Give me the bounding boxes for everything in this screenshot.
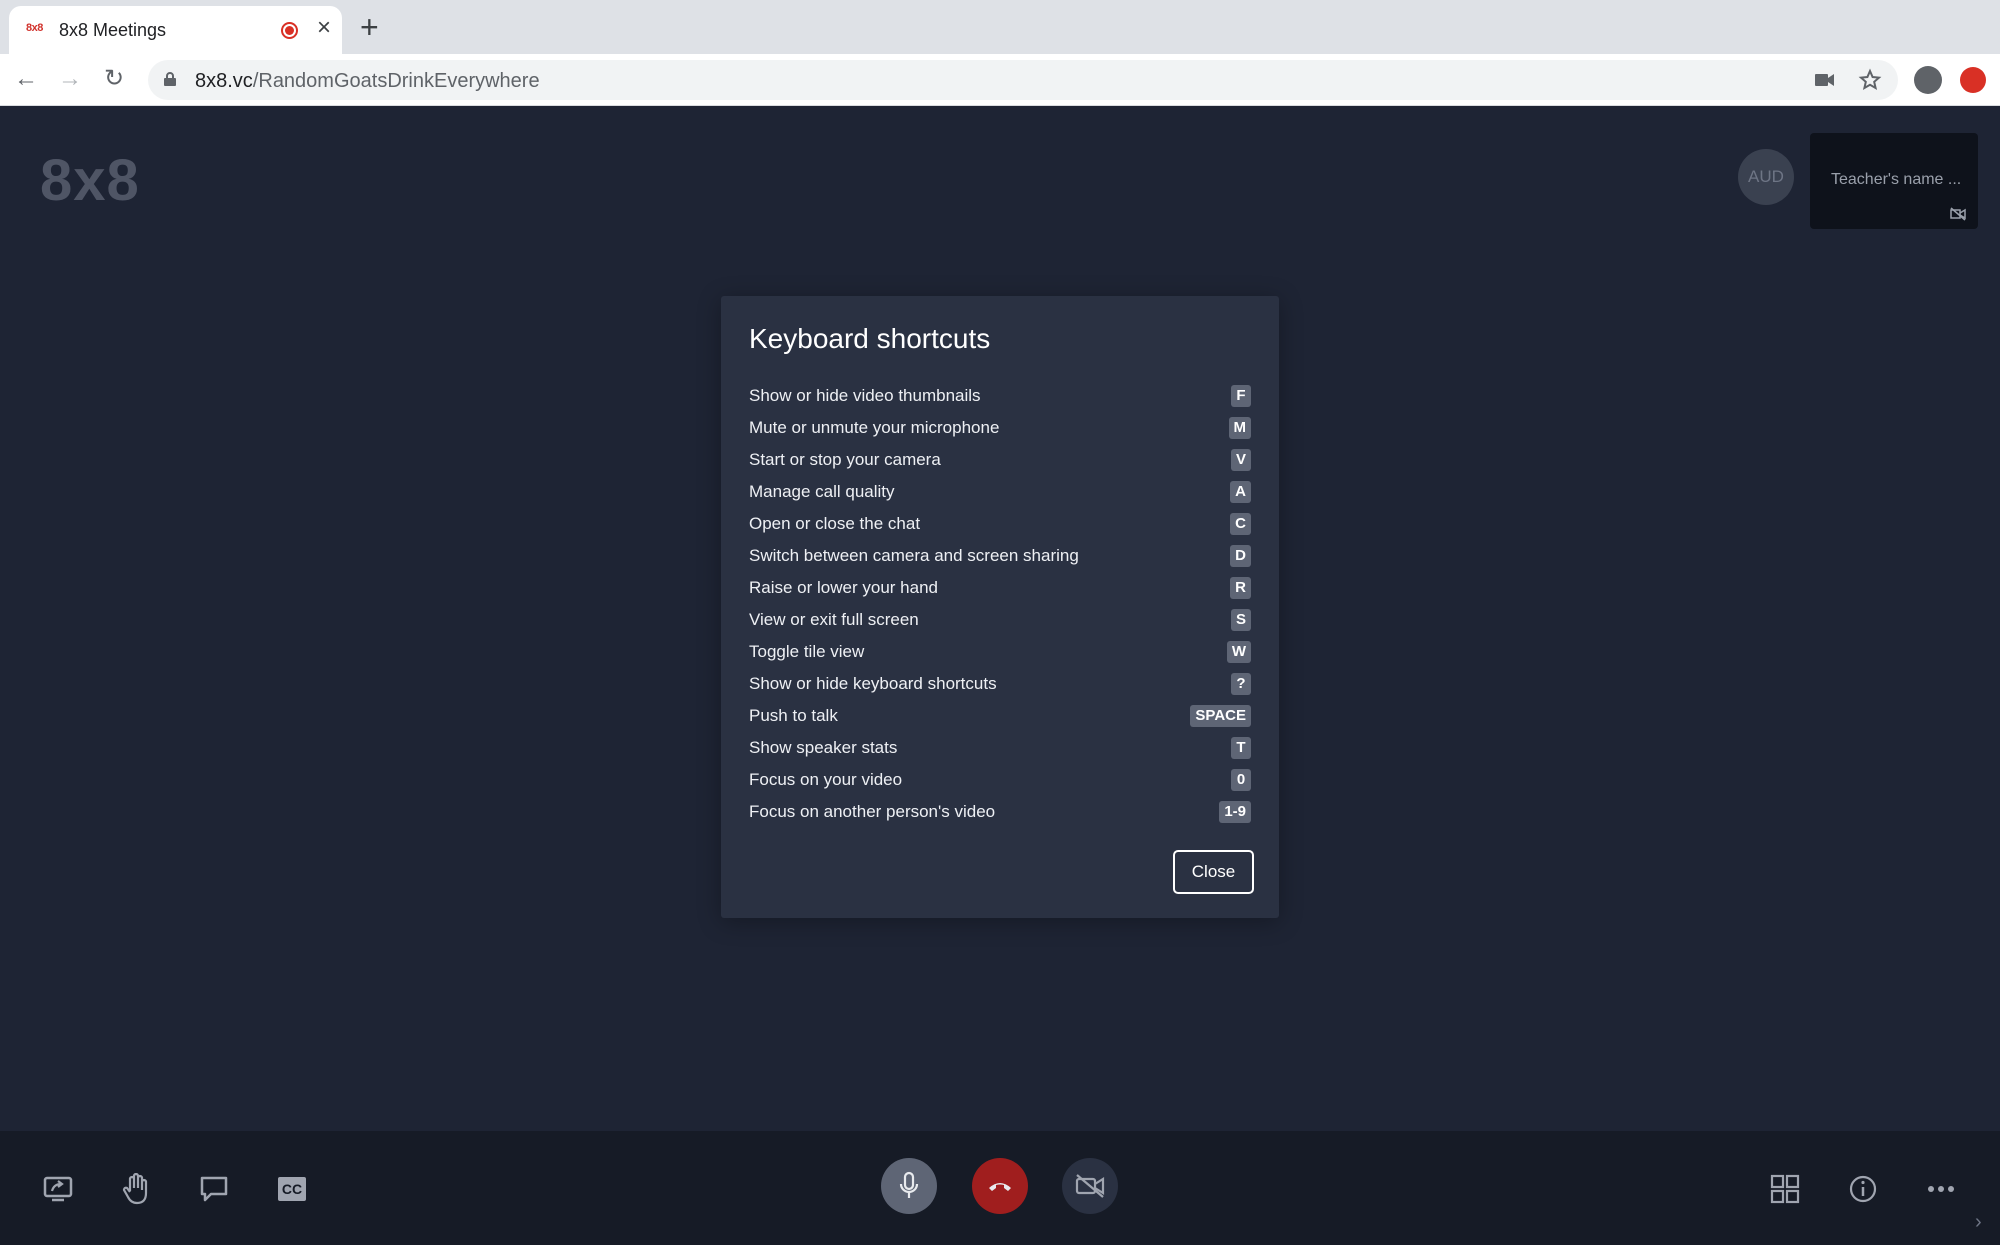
shortcut-list: Show or hide video thumbnails F Mute or u… (749, 380, 1251, 828)
shortcut-label: Show or hide keyboard shortcuts (749, 674, 997, 693)
shortcut-row: Show or hide keyboard shortcuts? (749, 668, 1251, 700)
shortcut-label: Show or hide video thumbnails (749, 386, 981, 405)
shortcut-label: Focus on your video (749, 770, 903, 789)
lock-icon (164, 72, 176, 86)
shortcut-key: T (1231, 737, 1251, 759)
shortcut-row: Mute or unmute your microphone M (749, 412, 1251, 444)
recording-indicator-icon (281, 22, 298, 39)
meeting-toolbar: CC › (0, 1131, 2000, 1245)
meeting-stage: 8x8 AUD Teacher's name ... Keyboard shor… (0, 107, 2000, 1131)
url-text: 8x8.vc/RandomGoatsDrinkEverywhere (195, 70, 540, 93)
shortcut-row: Push to talk SPACE (749, 700, 1251, 732)
more-options-button[interactable] (1923, 1171, 1959, 1207)
hang-up-button[interactable] (972, 1158, 1028, 1214)
tile-view-button[interactable] (1767, 1171, 1803, 1207)
favicon-icon: 8x8 (26, 22, 43, 34)
hang-up-icon (989, 1183, 1011, 1191)
shortcut-key: C (1230, 513, 1251, 535)
shortcut-label: View or exit full screen (749, 610, 919, 629)
bookmark-star-icon[interactable] (1858, 68, 1882, 92)
camera-off-icon (1075, 1174, 1105, 1198)
tab-title: 8x8 Meetings (59, 20, 167, 40)
shortcut-label: Focus on another person's video (749, 802, 996, 821)
shortcut-label: Mute or unmute your microphone (749, 418, 1000, 437)
keyboard-shortcuts-dialog: Keyboard shortcuts Show or hide video th… (721, 296, 1279, 918)
shortcut-key: V (1230, 449, 1251, 471)
shortcut-key: R (1230, 577, 1251, 599)
watermark-logo: 8x8 (40, 148, 140, 213)
avatar[interactable]: AUD (1738, 149, 1794, 205)
participant-name: Teacher's name ... (1831, 171, 1962, 188)
shortcut-key: F (1231, 385, 1251, 407)
hand-icon (122, 1173, 148, 1205)
shortcut-row: Switch between camera and screen sharing… (749, 540, 1251, 572)
camera-permission-icon[interactable] (1814, 68, 1836, 92)
info-icon (1849, 1175, 1877, 1203)
shortcut-label: Raise or lower your hand (749, 578, 938, 597)
shortcut-key: A (1230, 481, 1251, 503)
shortcut-row: Manage call quality A (749, 476, 1251, 508)
shortcut-key: S (1230, 609, 1251, 631)
shortcut-key: M (1228, 417, 1251, 439)
shortcut-row: Show or hide video thumbnails F (749, 380, 1251, 412)
shortcut-row: Raise or lower your hand R (749, 572, 1251, 604)
microphone-button[interactable] (881, 1158, 937, 1214)
chat-icon (200, 1176, 228, 1202)
shortcut-key: 1-9 (1219, 801, 1251, 823)
dialog-title: Keyboard shortcuts (749, 323, 991, 354)
chat-button[interactable] (196, 1171, 232, 1207)
shortcut-key: ? (1231, 673, 1251, 695)
url-host: 8x8.vc (195, 70, 253, 92)
address-bar[interactable]: 8x8.vc/RandomGoatsDrinkEverywhere (148, 60, 1898, 100)
shortcut-row: Toggle tile view W (749, 636, 1251, 668)
shortcut-label: Open or close the chat (749, 514, 921, 533)
chevron-right-icon[interactable]: › (1975, 1211, 1982, 1234)
shortcut-label: Show speaker stats (749, 738, 898, 757)
browser-tab-strip: 8x8 8x8 Meetings × + (0, 0, 2000, 54)
closed-captions-button[interactable]: CC (274, 1171, 310, 1207)
microphone-icon (899, 1171, 919, 1198)
back-arrow-icon[interactable]: ← (14, 64, 38, 94)
raise-hand-button[interactable] (118, 1171, 154, 1207)
video-muted-icon (1950, 207, 1966, 221)
close-tab-icon[interactable]: × (317, 16, 331, 40)
shortcut-key: SPACE (1190, 705, 1251, 727)
participant-thumbnail[interactable]: Teacher's name ... (1810, 133, 1978, 229)
cc-icon: CC (278, 1177, 306, 1201)
new-tab-button[interactable]: + (360, 11, 379, 43)
close-button[interactable]: Close (1173, 850, 1254, 894)
shortcut-label: Manage call quality (749, 482, 895, 501)
shortcut-label: Toggle tile view (749, 642, 865, 661)
shortcut-row: Focus on another person's video 1-9 (749, 796, 1251, 828)
grid-icon (1770, 1174, 1800, 1204)
profile-icon[interactable] (1914, 66, 1942, 94)
shortcut-key: W (1226, 641, 1251, 663)
shortcut-key: 0 (1231, 769, 1251, 791)
shortcut-row: Start or stop your camera V (749, 444, 1251, 476)
browser-toolbar: ← → ↻ 8x8.vc/RandomGoatsDrinkEverywhere (0, 54, 2000, 106)
more-icon (1928, 1186, 1954, 1192)
camera-button[interactable] (1062, 1158, 1118, 1214)
url-path: /RandomGoatsDrinkEverywhere (252, 70, 540, 92)
reload-icon[interactable]: ↻ (104, 64, 124, 94)
shortcut-row: Open or close the chat C (749, 508, 1251, 540)
shortcut-label: Switch between camera and screen sharing (749, 546, 1079, 565)
shortcut-row: Show speaker stats T (749, 732, 1251, 764)
shortcut-label: Start or stop your camera (749, 450, 941, 469)
update-icon[interactable] (1960, 67, 1986, 93)
shortcut-label: Push to talk (749, 706, 838, 725)
info-button[interactable] (1845, 1171, 1881, 1207)
shortcut-key: D (1230, 545, 1251, 567)
shortcut-row: View or exit full screen S (749, 604, 1251, 636)
screen-share-button[interactable] (40, 1171, 76, 1207)
shortcut-row: Focus on your video 0 (749, 764, 1251, 796)
screen-share-icon (43, 1176, 73, 1202)
forward-arrow-icon[interactable]: → (58, 64, 82, 94)
browser-tab[interactable]: 8x8 8x8 Meetings × (9, 6, 342, 54)
